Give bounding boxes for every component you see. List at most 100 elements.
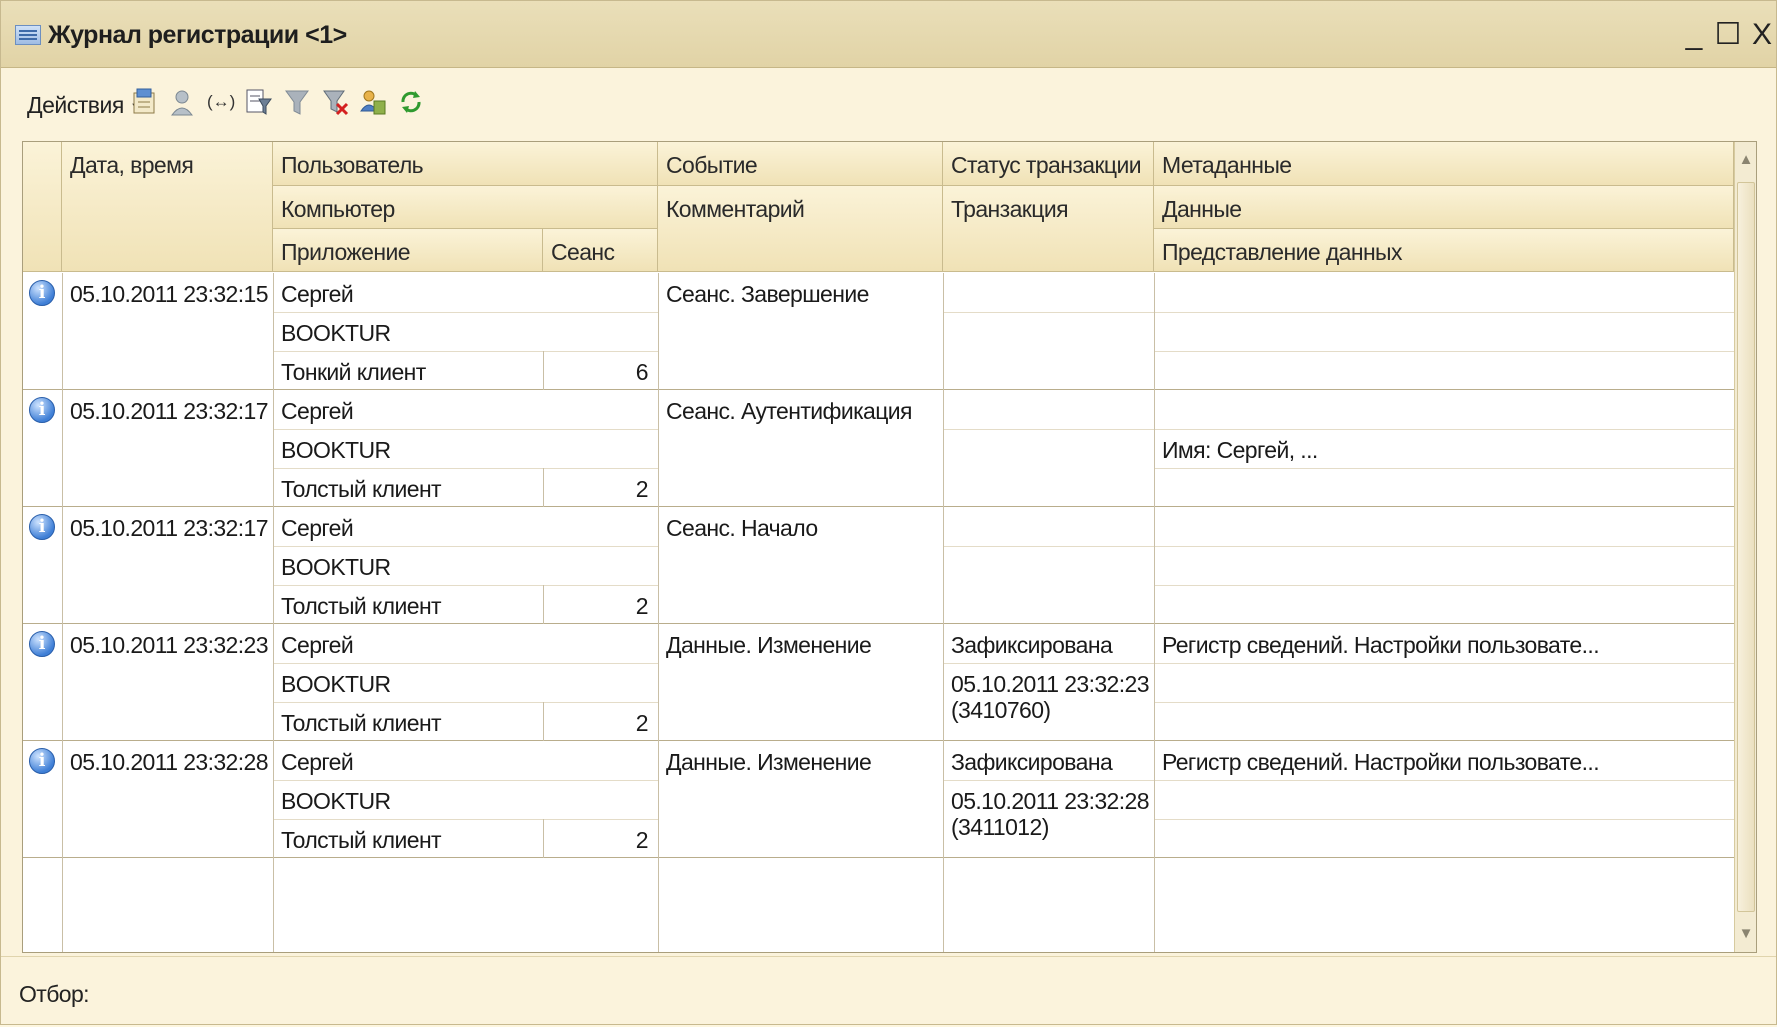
cell-user: Сергей bbox=[281, 632, 354, 658]
cell-application: Толстый клиент bbox=[281, 476, 442, 502]
cell-event: Сеанс. Аутентификация bbox=[666, 398, 913, 424]
header-data[interactable]: Данные bbox=[1154, 186, 1734, 229]
grid-line bbox=[543, 585, 544, 624]
info-icon: i bbox=[29, 631, 55, 657]
grid-line bbox=[1154, 351, 1734, 352]
header-computer[interactable]: Компьютер bbox=[273, 186, 658, 229]
cell-data bbox=[1154, 546, 1734, 585]
cell-session: 2 bbox=[635, 710, 649, 736]
refresh-icon[interactable] bbox=[397, 87, 425, 117]
header-application[interactable]: Приложение bbox=[273, 229, 543, 272]
transaction-id: (3410760) bbox=[951, 697, 1051, 723]
transaction-id: (3411012) bbox=[951, 814, 1049, 840]
users-icon[interactable] bbox=[359, 87, 387, 117]
grid-line bbox=[658, 273, 659, 952]
grid-line bbox=[1154, 780, 1734, 781]
grid-line bbox=[943, 273, 944, 952]
status-bar: Отбор: bbox=[1, 956, 1776, 1027]
header-metadata[interactable]: Метаданные bbox=[1154, 142, 1734, 186]
grid-line bbox=[543, 819, 544, 858]
grid-line bbox=[1154, 273, 1155, 952]
grid-line bbox=[273, 702, 658, 703]
scroll-down-arrow-icon[interactable]: ▼ bbox=[1735, 920, 1756, 948]
grid-line bbox=[273, 546, 658, 547]
grid-line bbox=[1154, 546, 1734, 547]
window-app-icon bbox=[15, 25, 41, 45]
vertical-scrollbar[interactable]: ▲ ▼ bbox=[1734, 142, 1756, 952]
grid-line bbox=[1154, 429, 1734, 430]
cell-status bbox=[943, 507, 1154, 546]
scroll-up-arrow-icon[interactable]: ▲ bbox=[1735, 146, 1756, 174]
cell-date: 05.10.2011 23:32:17 bbox=[70, 515, 269, 541]
cell-session: 2 bbox=[635, 593, 649, 619]
grid-line bbox=[943, 312, 1154, 313]
grid-line bbox=[273, 585, 658, 586]
grid-line bbox=[943, 663, 1154, 664]
cell-user: Сергей bbox=[281, 749, 354, 775]
cell-metadata bbox=[1154, 390, 1734, 429]
cell-session: 2 bbox=[635, 827, 649, 853]
interval-icon[interactable]: (↔) bbox=[207, 87, 235, 117]
cell-event: Данные. Изменение bbox=[666, 632, 872, 658]
scrollbar-thumb[interactable] bbox=[1737, 182, 1755, 912]
cell-computer: BOOKTUR bbox=[281, 671, 391, 697]
grid-line bbox=[23, 857, 1734, 858]
header-event[interactable]: Событие bbox=[658, 142, 943, 186]
cell-application: Толстый клиент bbox=[281, 710, 442, 736]
cell-status bbox=[943, 390, 1154, 429]
cell-transaction bbox=[943, 429, 1154, 507]
grid-line bbox=[1154, 702, 1734, 703]
header-user[interactable]: Пользователь bbox=[273, 142, 658, 186]
set-filter-icon[interactable] bbox=[245, 87, 273, 117]
header-icon-column bbox=[23, 142, 62, 272]
maximize-button[interactable]: ☐ bbox=[1711, 15, 1745, 55]
cell-application: Толстый клиент bbox=[281, 827, 442, 853]
info-icon: i bbox=[29, 514, 55, 540]
user-info-icon[interactable] bbox=[169, 87, 197, 117]
close-button[interactable]: X bbox=[1745, 15, 1777, 55]
cell-computer: BOOKTUR bbox=[281, 788, 391, 814]
header-transaction[interactable]: Транзакция bbox=[943, 186, 1154, 272]
grid-line bbox=[273, 780, 658, 781]
window-title: Журнал регистрации <1> bbox=[48, 21, 347, 49]
cell-metadata: Регистр сведений. Настройки пользовате..… bbox=[1162, 749, 1600, 775]
header-comment[interactable]: Комментарий bbox=[658, 186, 943, 272]
filter-label: Отбор: bbox=[19, 981, 90, 1007]
cell-date: 05.10.2011 23:32:23 bbox=[70, 632, 269, 658]
cell-metadata bbox=[1154, 273, 1734, 312]
grid-line bbox=[273, 351, 658, 352]
cell-data bbox=[1154, 780, 1734, 819]
minimize-button[interactable]: _ bbox=[1677, 15, 1711, 55]
grid-line bbox=[273, 663, 658, 664]
cell-computer: BOOKTUR bbox=[281, 437, 391, 463]
cell-session: 6 bbox=[635, 359, 649, 385]
info-icon: i bbox=[29, 748, 55, 774]
header-session[interactable]: Сеанс bbox=[543, 229, 658, 272]
title-bar[interactable]: Журнал регистрации <1> _ ☐ X bbox=[1, 1, 1776, 68]
grid-line bbox=[1154, 312, 1734, 313]
grid-line bbox=[273, 819, 658, 820]
actions-menu-button[interactable]: Действия▼ bbox=[27, 87, 143, 123]
header-date[interactable]: Дата, время bbox=[62, 142, 273, 272]
cell-user: Сергей bbox=[281, 398, 354, 424]
cell-transaction: 05.10.2011 23:32:23 (3410760) bbox=[943, 663, 1154, 741]
cell-application: Толстый клиент bbox=[281, 593, 442, 619]
cell-computer: BOOKTUR bbox=[281, 554, 391, 580]
header-status[interactable]: Статус транзакции bbox=[943, 142, 1154, 186]
event-log-table[interactable]: Дата, время Пользователь Событие Статус … bbox=[22, 141, 1757, 953]
cell-data bbox=[1154, 312, 1734, 351]
filter-icon[interactable] bbox=[283, 87, 311, 117]
clear-filter-icon[interactable] bbox=[321, 87, 349, 117]
cell-status: Зафиксирована bbox=[951, 632, 1113, 658]
grid-line bbox=[273, 312, 658, 313]
transaction-date: 05.10.2011 23:32:28 bbox=[951, 788, 1150, 814]
grid-line bbox=[543, 702, 544, 741]
cell-date: 05.10.2011 23:32:28 bbox=[70, 749, 269, 775]
open-event-icon[interactable] bbox=[131, 87, 159, 117]
grid-line bbox=[1154, 819, 1734, 820]
cell-application: Тонкий клиент bbox=[281, 359, 426, 385]
cell-computer: BOOKTUR bbox=[281, 320, 391, 346]
grid-line bbox=[543, 468, 544, 507]
cell-user: Сергей bbox=[281, 281, 354, 307]
header-data-presentation[interactable]: Представление данных bbox=[1154, 229, 1734, 272]
